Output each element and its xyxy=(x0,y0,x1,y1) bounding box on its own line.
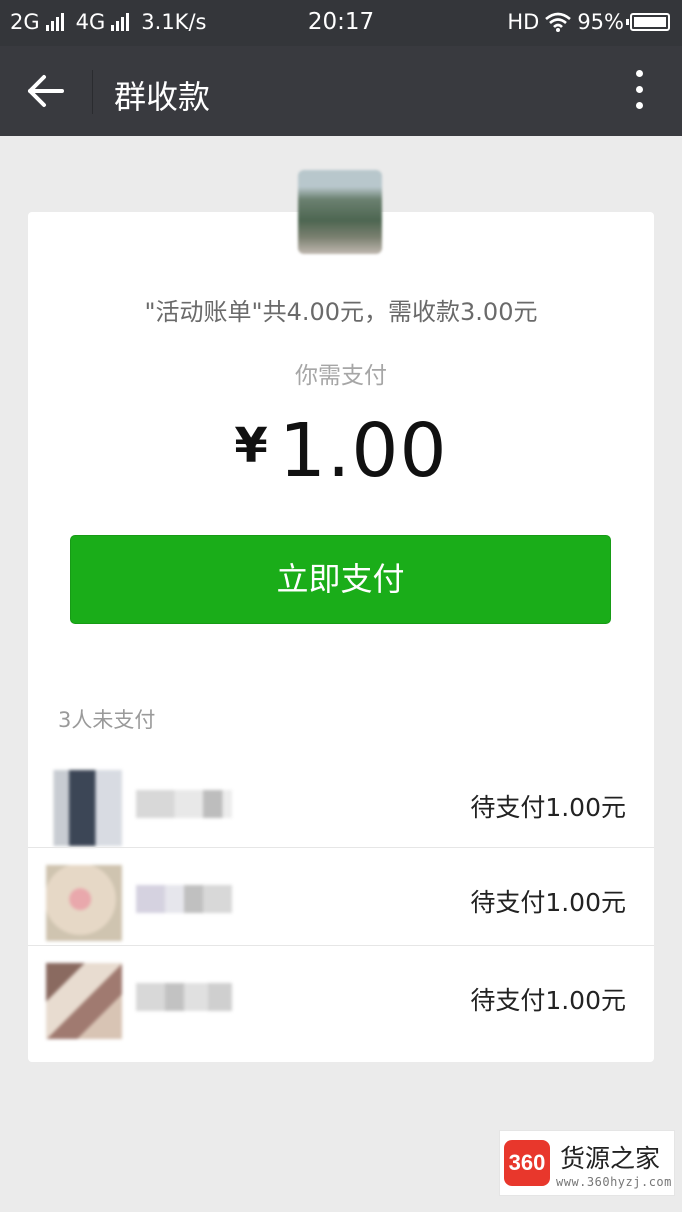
list-item[interactable]: 待支付1.00元 xyxy=(28,847,654,945)
status-bar: 2G 4G 3.1K/s 20:17 HD 95% xyxy=(0,0,682,46)
more-button[interactable] xyxy=(632,70,646,114)
watermark-url: www.360hyzj.com xyxy=(556,1175,672,1189)
avatar xyxy=(46,963,122,1039)
payment-status: 待支付1.00元 xyxy=(470,986,626,1015)
more-vertical-icon xyxy=(632,70,646,109)
watermark-logo: 360 xyxy=(504,1140,550,1186)
payment-status: 待支付1.00元 xyxy=(470,888,626,917)
pay-prompt: 你需支付 xyxy=(295,363,387,389)
payee-avatar xyxy=(298,170,382,254)
avatar xyxy=(46,770,122,846)
unpaid-header: 3人未支付 xyxy=(58,708,156,732)
nav-bar: 群收款 xyxy=(0,46,682,136)
amount-value: 1.00 xyxy=(278,408,448,494)
amount-display: ¥1.00 xyxy=(28,408,654,494)
arrow-left-icon xyxy=(28,75,64,107)
nav-divider xyxy=(92,70,93,114)
watermark-title: 货源之家 xyxy=(560,1144,661,1173)
bill-description: "活动账单"共4.00元，需收款3.00元 xyxy=(144,298,538,326)
currency-symbol: ¥ xyxy=(234,418,269,474)
watermark: 360 货源之家 www.360hyzj.com xyxy=(499,1130,675,1196)
list-item[interactable]: 待支付1.00元 xyxy=(28,752,654,850)
page-title: 群收款 xyxy=(114,78,211,116)
member-name xyxy=(136,983,232,1011)
member-name xyxy=(136,885,232,913)
list-item[interactable]: 待支付1.00元 xyxy=(28,945,654,1043)
member-name xyxy=(136,790,232,818)
back-button[interactable] xyxy=(22,68,72,114)
row-divider xyxy=(28,945,654,946)
row-divider xyxy=(28,847,654,848)
payment-status: 待支付1.00元 xyxy=(470,793,626,822)
avatar xyxy=(46,865,122,941)
hd-label: HD xyxy=(507,10,540,34)
battery-icon xyxy=(626,13,670,31)
wifi-icon xyxy=(545,12,572,32)
battery-percent: 95% xyxy=(577,10,624,34)
pay-now-button[interactable]: 立即支付 xyxy=(70,535,611,624)
status-right: HD 95% xyxy=(507,10,670,34)
